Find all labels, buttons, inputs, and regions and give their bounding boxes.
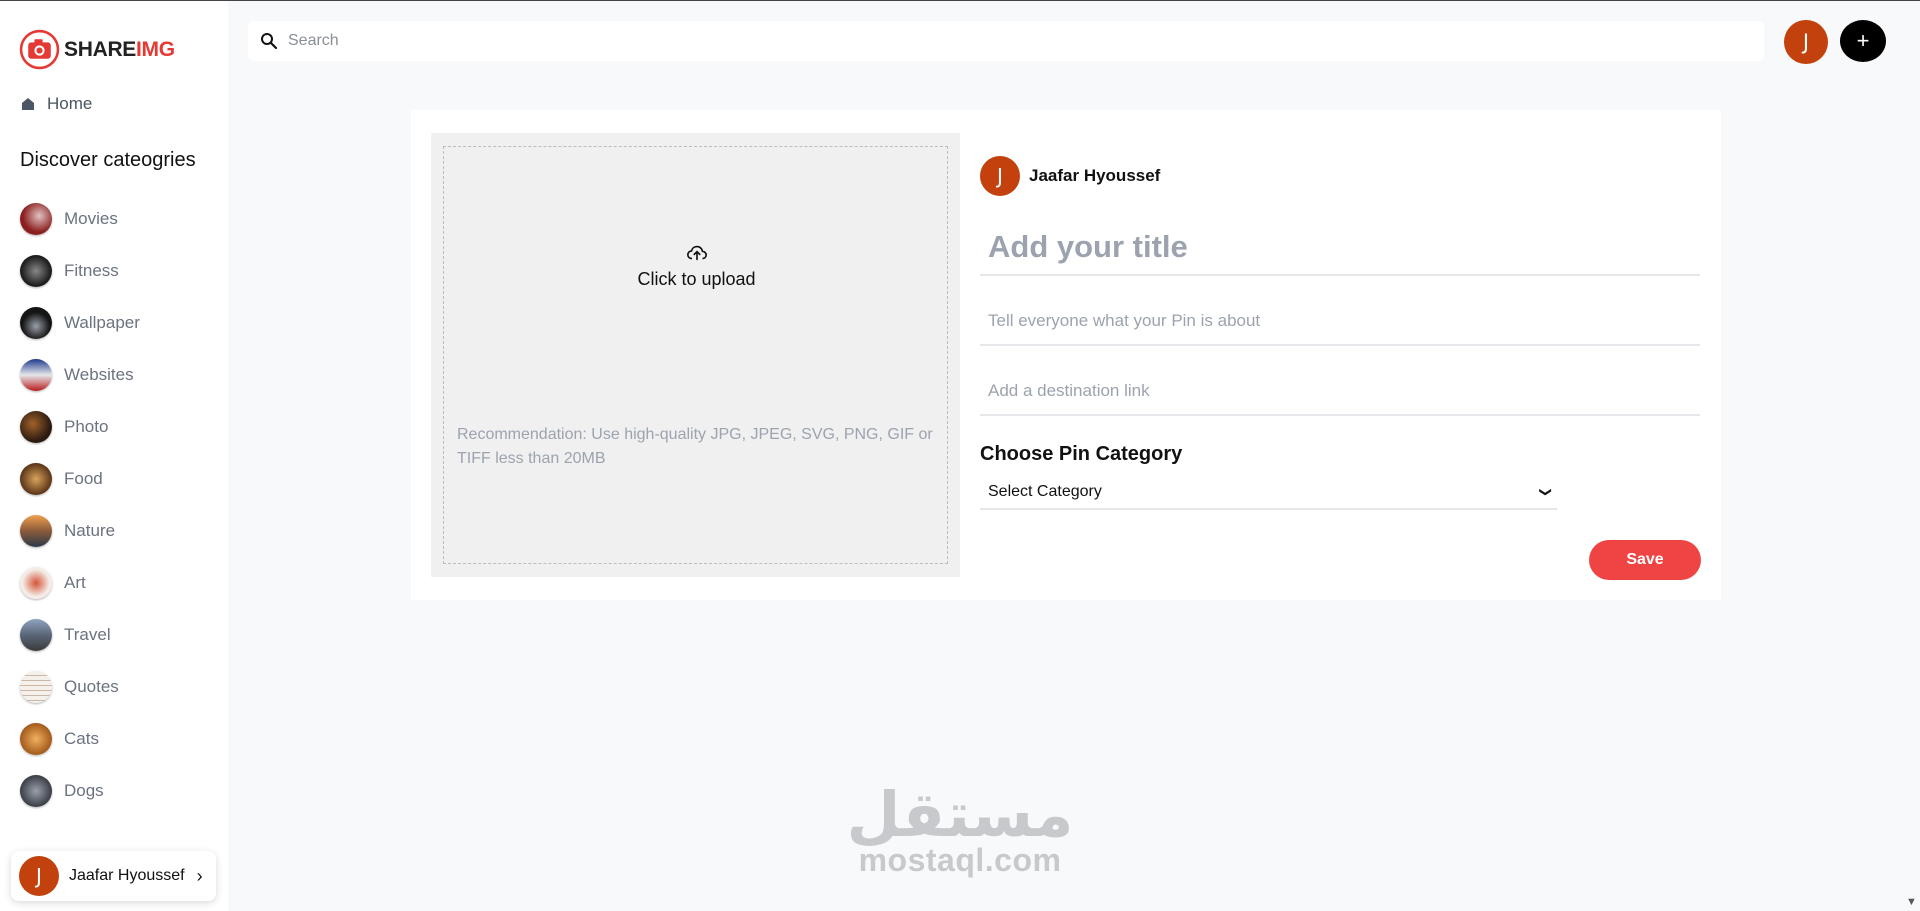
sidebar-item-travel[interactable]: Travel xyxy=(20,609,140,661)
brand-logo[interactable]: SHAREIMG xyxy=(19,29,175,70)
home-link[interactable]: Home xyxy=(20,94,92,114)
description-input[interactable] xyxy=(980,298,1700,346)
sidebar-item-quotes[interactable]: Quotes xyxy=(20,661,140,713)
header-avatar[interactable]: J xyxy=(1784,20,1828,64)
category-label: Photo xyxy=(64,417,109,436)
user-name: Jaafar Hyoussef xyxy=(69,867,185,884)
category-label: Dogs xyxy=(64,781,104,800)
window-top-border xyxy=(0,0,1920,1)
category-thumbnail xyxy=(20,775,52,807)
category-label: Quotes xyxy=(64,677,119,696)
chevron-down-icon: ❯ xyxy=(1538,486,1553,498)
category-thumbnail xyxy=(20,463,52,495)
sidebar-item-photo[interactable]: Photo xyxy=(20,401,140,453)
category-thumbnail xyxy=(20,567,52,599)
sidebar-item-websites[interactable]: Websites xyxy=(20,349,140,401)
cloud-upload-icon xyxy=(686,245,707,261)
sidebar-item-wallpaper[interactable]: Wallpaper xyxy=(20,297,140,349)
home-icon xyxy=(22,98,34,110)
scroll-down-icon[interactable]: ▼ xyxy=(1906,896,1917,908)
upload-area[interactable]: Click to upload Recommendation: Use high… xyxy=(431,133,960,577)
category-thumbnail xyxy=(20,307,52,339)
brand-name: SHAREIMG xyxy=(64,37,175,61)
upload-dropzone[interactable]: Click to upload Recommendation: Use high… xyxy=(443,146,948,564)
upload-recommendation: Recommendation: Use high-quality JPG, JP… xyxy=(457,426,933,467)
categories-heading: Discover cateogries xyxy=(20,149,196,171)
sidebar-item-movies[interactable]: Movies xyxy=(20,193,140,245)
sidebar-item-dogs[interactable]: Dogs xyxy=(20,765,140,817)
category-label: Food xyxy=(64,469,103,488)
upload-prompt: Click to upload xyxy=(444,242,949,290)
category-label: Cats xyxy=(64,729,99,748)
camera-logo-icon xyxy=(19,29,60,70)
upload-label: Click to upload xyxy=(637,269,756,289)
chevron-right-icon: › xyxy=(196,865,203,886)
avatar: J xyxy=(980,156,1020,196)
create-pin-button[interactable]: + xyxy=(1840,20,1886,62)
category-label: Nature xyxy=(64,521,116,540)
category-thumbnail xyxy=(20,359,52,391)
category-thumbnail xyxy=(20,671,52,703)
title-input[interactable] xyxy=(980,220,1700,276)
home-label: Home xyxy=(47,94,93,113)
category-thumbnail xyxy=(20,255,52,287)
category-thumbnail xyxy=(20,723,52,755)
author-name: Jaafar Hyoussef xyxy=(1029,166,1161,185)
watermark-arabic: مستقل xyxy=(846,778,1074,851)
watermark: مستقل mostaql.com xyxy=(830,782,1090,879)
category-thumbnail xyxy=(20,411,52,443)
search-input[interactable] xyxy=(288,32,1688,50)
sidebar-item-nature[interactable]: Nature xyxy=(20,505,140,557)
pin-author: J Jaafar Hyoussef xyxy=(980,156,1700,196)
sidebar-item-art[interactable]: Art xyxy=(20,557,140,609)
sidebar-item-fitness[interactable]: Fitness xyxy=(20,245,140,297)
save-button[interactable]: Save xyxy=(1589,540,1701,580)
category-label: Travel xyxy=(64,625,111,644)
category-thumbnail xyxy=(20,515,52,547)
sidebar-item-cats[interactable]: Cats xyxy=(20,713,140,765)
category-label: Websites xyxy=(64,365,134,384)
sidebar: SHAREIMG Home Discover cateogries Movies… xyxy=(0,1,228,911)
user-profile-link[interactable]: J Jaafar Hyoussef › xyxy=(11,851,216,901)
destination-link-input[interactable] xyxy=(980,368,1700,416)
category-select[interactable]: Select Category ❯ xyxy=(980,476,1557,510)
category-thumbnail xyxy=(20,619,52,651)
category-select-value: Select Category xyxy=(988,483,1102,500)
avatar: J xyxy=(19,856,59,896)
search-icon xyxy=(261,33,278,50)
pin-form: J Jaafar Hyoussef Choose Pin Category Se… xyxy=(980,156,1700,510)
sidebar-item-food[interactable]: Food xyxy=(20,453,140,505)
watermark-latin: mostaql.com xyxy=(858,842,1062,878)
category-label: Fitness xyxy=(64,261,119,280)
search-bar[interactable] xyxy=(248,21,1764,61)
create-pin-card: Click to upload Recommendation: Use high… xyxy=(411,110,1721,600)
category-thumbnail xyxy=(20,203,52,235)
category-label: Movies xyxy=(64,209,118,228)
category-list: Movies Fitness Wallpaper Websites Photo … xyxy=(20,193,140,817)
category-label: Wallpaper xyxy=(64,313,140,332)
category-label: Art xyxy=(64,573,86,592)
category-heading: Choose Pin Category xyxy=(980,443,1183,465)
